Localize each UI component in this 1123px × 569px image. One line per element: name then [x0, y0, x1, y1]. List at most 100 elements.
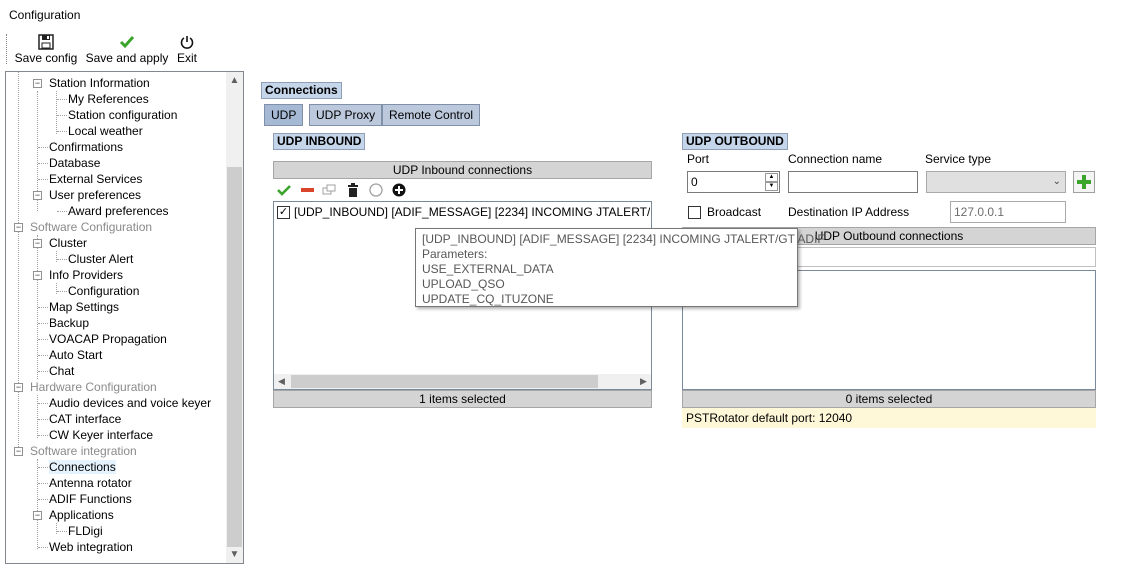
inbound-row-checkbox[interactable]: ✓ — [277, 206, 290, 219]
inbound-hscroll-thumb[interactable] — [291, 375, 598, 388]
tree-item-fldigi[interactable]: FLDigi — [68, 523, 103, 539]
compass-icon[interactable] — [369, 183, 383, 197]
tree-item-award-preferences[interactable]: Award preferences — [68, 203, 169, 219]
broadcast-checkbox[interactable] — [688, 206, 701, 219]
window-title: Configuration — [9, 8, 81, 22]
tree-item-software-integration[interactable]: Software integration — [30, 443, 137, 459]
destination-ip-input[interactable]: 127.0.0.1 — [950, 201, 1066, 223]
collapse-toggle-user-preferences[interactable]: − — [33, 191, 42, 200]
collapse-toggle-software-integration[interactable]: − — [14, 447, 23, 456]
tree-item-database[interactable]: Database — [49, 155, 100, 171]
settings-tree[interactable]: − Station Information My References Stat… — [5, 71, 244, 564]
tree-item-cw-keyer-interface[interactable]: CW Keyer interface — [49, 427, 153, 443]
tree-line — [38, 147, 48, 148]
tooltip-line: UPLOAD_QSO — [422, 277, 505, 291]
scroll-right-icon[interactable]: ▶ — [636, 374, 651, 389]
tree-line — [57, 131, 67, 132]
tree-item-web-integration[interactable]: Web integration — [49, 539, 133, 555]
collapse-toggle-info-providers[interactable]: − — [33, 271, 42, 280]
tree-item-backup[interactable]: Backup — [49, 315, 89, 331]
trash-icon[interactable] — [346, 183, 360, 197]
spin-down-icon[interactable]: ▼ — [765, 182, 778, 191]
spin-up-icon[interactable]: ▲ — [765, 173, 778, 182]
inbound-hscrollbar[interactable]: ◀ ▶ — [274, 374, 651, 389]
tooltip-line: UPDATE_CQ_ITUZONE — [422, 292, 554, 306]
scroll-up-icon[interactable]: ▲ — [226, 72, 243, 89]
tree-line — [38, 163, 48, 164]
tree-line — [38, 323, 48, 324]
collapse-toggle-hardware-configuration[interactable]: − — [14, 383, 23, 392]
tree-line — [37, 395, 38, 438]
tree-line — [57, 211, 67, 212]
tree-item-station-information[interactable]: Station Information — [49, 75, 150, 91]
tree-item-audio-devices[interactable]: Audio devices and voice keyer — [49, 395, 211, 411]
save-config-button[interactable]: Save config — [14, 33, 78, 67]
plus-icon — [1077, 175, 1091, 189]
tree-scrollbar[interactable]: ▲ ▼ — [226, 72, 243, 563]
tree-item-external-services[interactable]: External Services — [49, 171, 142, 187]
exit-button[interactable]: Exit — [174, 33, 200, 67]
tree-item-chat[interactable]: Chat — [49, 363, 74, 379]
scroll-left-icon[interactable]: ◀ — [274, 374, 289, 389]
collapse-toggle-applications[interactable]: − — [33, 511, 42, 520]
tree-item-my-references[interactable]: My References — [68, 91, 149, 107]
circle-plus-icon[interactable] — [392, 183, 406, 197]
tree-line — [57, 259, 67, 260]
tree-scroll-thumb[interactable] — [227, 167, 242, 547]
service-type-select[interactable]: ⌄ — [926, 171, 1066, 193]
tree-line — [38, 467, 48, 468]
tree-item-hardware-configuration[interactable]: Hardware Configuration — [30, 379, 157, 395]
tree-item-map-settings[interactable]: Map Settings — [49, 299, 119, 315]
collapse-toggle-station-information[interactable]: − — [33, 79, 42, 88]
inbound-row-tooltip: [UDP_INBOUND] [ADIF_MESSAGE] [2234] INCO… — [415, 228, 825, 307]
tree-item-auto-start[interactable]: Auto Start — [49, 347, 102, 363]
tree-item-connections[interactable]: Connections — [49, 459, 116, 475]
rotator-port-hint: PSTRotator default port: 12040 — [682, 408, 1096, 428]
tree-item-antenna-rotator[interactable]: Antenna rotator — [49, 475, 132, 491]
exit-label: Exit — [176, 51, 197, 65]
tree-item-station-configuration[interactable]: Station configuration — [68, 107, 177, 123]
tree-item-applications[interactable]: Applications — [49, 507, 114, 523]
tab-udp[interactable]: UDP — [264, 104, 304, 126]
tree-item-user-preferences[interactable]: User preferences — [49, 187, 141, 203]
tree-line — [57, 531, 67, 532]
collapse-toggle-cluster[interactable]: − — [33, 239, 42, 248]
chevron-down-icon: ⌄ — [1052, 176, 1061, 187]
port-spinbox[interactable]: 0 ▲ ▼ — [687, 171, 780, 193]
inbound-status: 1 items selected — [273, 390, 652, 408]
connection-name-input[interactable] — [788, 171, 918, 193]
add-outbound-button[interactable] — [1073, 171, 1095, 193]
tooltip-line: Parameters: — [422, 247, 488, 261]
tree-item-confirmations[interactable]: Confirmations — [49, 139, 123, 155]
udp-inbound-header: UDP INBOUND — [273, 133, 366, 150]
tree-item-software-configuration[interactable]: Software Configuration — [30, 219, 152, 235]
udp-outbound-header: UDP OUTBOUND — [682, 133, 788, 150]
scroll-down-icon[interactable]: ▼ — [226, 546, 243, 563]
tree-item-cluster-alert[interactable]: Cluster Alert — [68, 251, 133, 267]
tree-item-adif-functions[interactable]: ADIF Functions — [49, 491, 132, 507]
collapse-toggle-software-configuration[interactable]: − — [14, 223, 23, 232]
tree-line — [38, 435, 48, 436]
copy-icon[interactable] — [322, 183, 336, 197]
save-apply-button[interactable]: Save and apply — [85, 33, 169, 67]
tree-line — [38, 355, 48, 356]
tree-item-configuration[interactable]: Configuration — [68, 283, 139, 299]
inbound-row[interactable]: [UDP_INBOUND] [ADIF_MESSAGE] [2234] INCO… — [294, 204, 650, 220]
tree-line — [37, 459, 38, 549]
inbound-list-title: UDP Inbound connections — [273, 161, 652, 179]
tree-item-cluster[interactable]: Cluster — [49, 235, 87, 251]
tree-line — [38, 483, 48, 484]
tree-item-info-providers[interactable]: Info Providers — [49, 267, 123, 283]
tree-item-cat-interface[interactable]: CAT interface — [49, 411, 121, 427]
tab-udp-proxy[interactable]: UDP Proxy — [309, 104, 383, 126]
tooltip-line: USE_EXTERNAL_DATA — [422, 262, 554, 276]
tree-line — [38, 499, 48, 500]
checkmark-icon[interactable] — [277, 183, 291, 197]
tab-remote-control[interactable]: Remote Control — [382, 104, 481, 126]
broadcast-label: Broadcast — [707, 205, 762, 219]
destination-ip-label: Destination IP Address — [788, 205, 910, 219]
tree-item-local-weather[interactable]: Local weather — [68, 123, 143, 139]
page-title: Connections — [261, 82, 342, 99]
minus-icon[interactable] — [300, 183, 314, 197]
tree-item-voacap-propagation[interactable]: VOACAP Propagation — [49, 331, 167, 347]
